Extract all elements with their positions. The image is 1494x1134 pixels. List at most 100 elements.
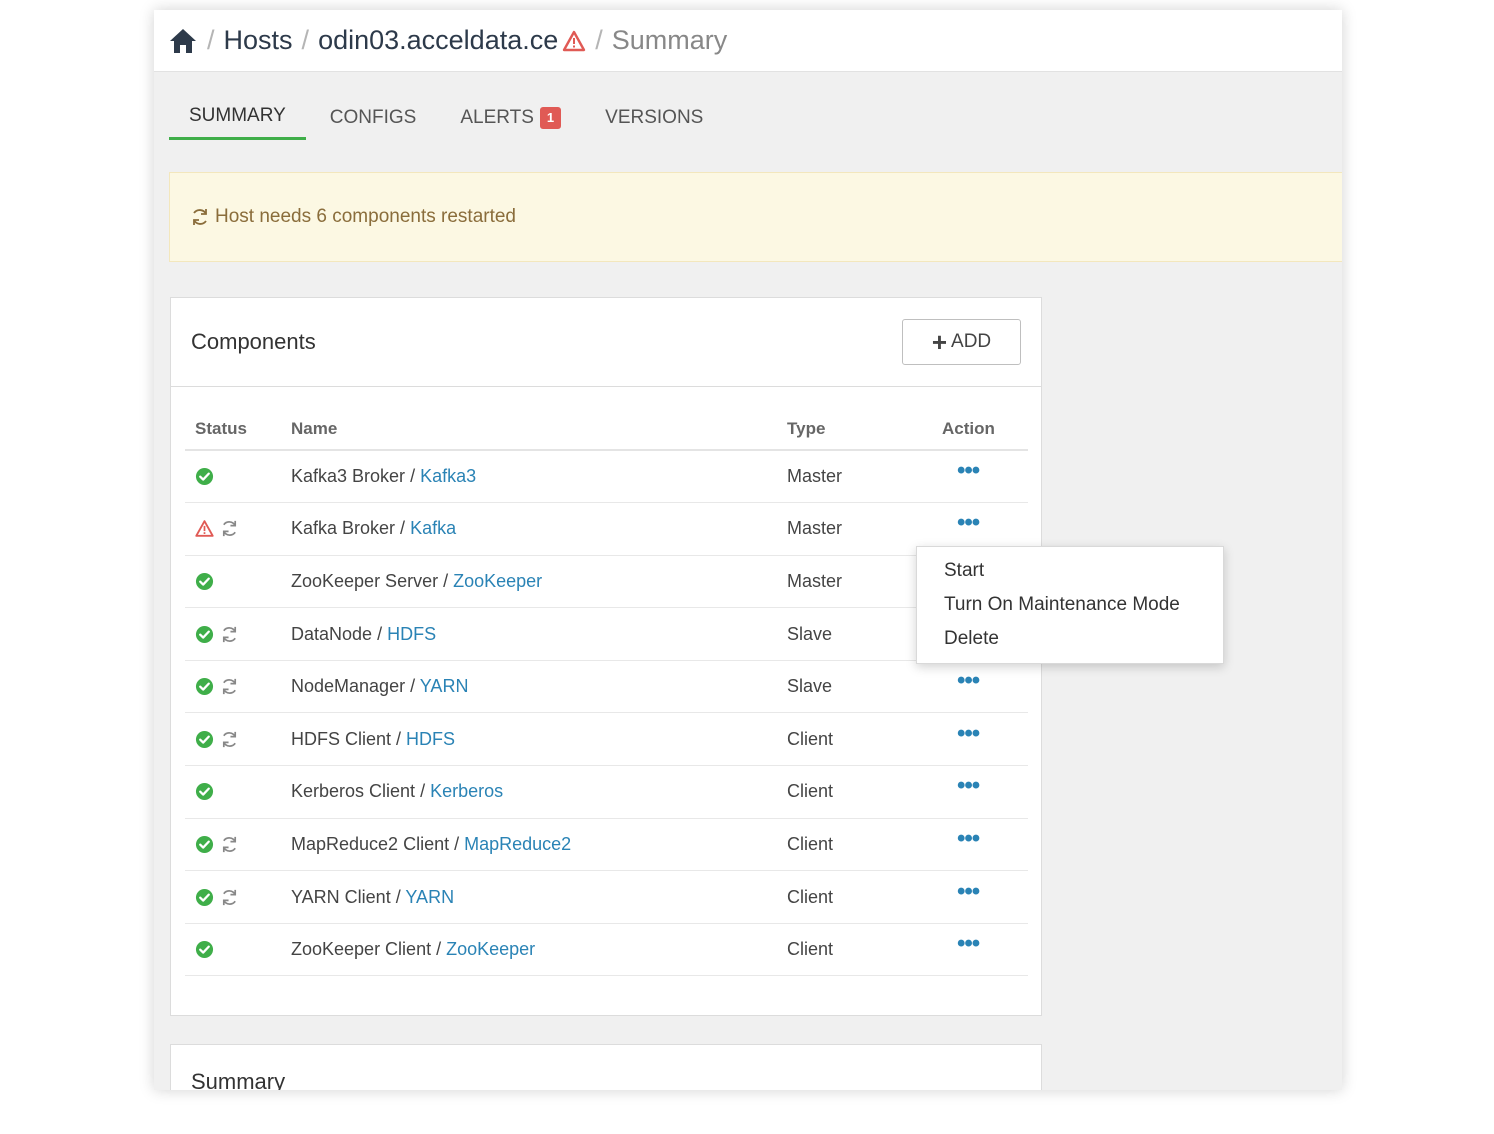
restart-required-icon bbox=[222, 521, 237, 537]
action-cell: ••• bbox=[939, 450, 1028, 504]
service-link[interactable]: HDFS bbox=[387, 624, 436, 644]
tab-alerts[interactable]: ALERTS 1 bbox=[440, 102, 581, 140]
table-row: ZooKeeper Client / ZooKeeper Client ••• bbox=[185, 923, 1028, 977]
table-row: ZooKeeper Server / ZooKeeperMaster••• bbox=[185, 555, 1028, 609]
add-component-button[interactable]: + ADD bbox=[902, 319, 1021, 365]
service-link[interactable]: Kafka bbox=[410, 518, 456, 538]
menu-item-start[interactable]: Start bbox=[917, 559, 1223, 593]
component-name: ZooKeeper Client bbox=[291, 939, 432, 960]
column-header-status: Status bbox=[185, 409, 291, 451]
component-name: Kerberos Client bbox=[291, 781, 416, 802]
component-name: NodeManager bbox=[291, 676, 406, 697]
table-row: YARN Client / YARN Client ••• bbox=[185, 870, 1028, 924]
breadcrumb-hosts[interactable]: Hosts bbox=[224, 25, 293, 56]
component-name: Kafka Broker bbox=[291, 518, 396, 539]
breadcrumb-current: Summary bbox=[611, 25, 728, 55]
name-cell: Kafka Broker / Kafka bbox=[291, 502, 787, 556]
ok-check-icon bbox=[195, 835, 214, 854]
status-cell bbox=[185, 450, 291, 504]
table-row: Kerberos Client / Kerberos Client ••• bbox=[185, 765, 1028, 819]
more-actions-icon[interactable]: ••• bbox=[942, 667, 980, 694]
table-row: DataNode / HDFSSlave••• bbox=[185, 607, 1028, 661]
service-link[interactable]: YARN bbox=[405, 887, 454, 907]
restart-required-icon bbox=[222, 626, 237, 642]
name-cell: Kerberos Client / Kerberos bbox=[291, 765, 787, 819]
ok-check-icon bbox=[195, 941, 214, 959]
name-cell: ZooKeeper Client / ZooKeeper bbox=[291, 923, 787, 977]
app-frame: / Hosts / odin03.acceldata.ce / Summary … bbox=[154, 10, 1342, 1090]
more-actions-icon[interactable]: ••• bbox=[942, 772, 980, 799]
status-cell bbox=[185, 555, 291, 609]
more-actions-icon[interactable]: ••• bbox=[942, 825, 980, 852]
breadcrumb-separator: / bbox=[595, 25, 603, 55]
status-cell bbox=[185, 923, 291, 977]
type-cell: Client bbox=[787, 923, 939, 977]
service-link[interactable]: MapReduce2 bbox=[464, 834, 571, 854]
more-actions-icon[interactable]: ••• bbox=[942, 720, 980, 747]
service-link[interactable]: YARN bbox=[420, 676, 469, 696]
status-cell bbox=[185, 712, 291, 767]
warning-triangle-icon bbox=[195, 520, 214, 538]
restart-required-icon bbox=[222, 889, 237, 905]
type-cell: Client bbox=[787, 818, 939, 872]
column-header-action: Action bbox=[939, 409, 1028, 451]
restart-alert: Host needs 6 components restarted bbox=[169, 172, 1342, 262]
type-cell: Client bbox=[787, 712, 939, 767]
service-link[interactable]: Kafka3 bbox=[420, 466, 476, 486]
tab-versions[interactable]: VERSIONS bbox=[585, 102, 723, 140]
ok-check-icon bbox=[195, 888, 214, 906]
breadcrumb-separator: / bbox=[207, 25, 215, 55]
action-cell: ••• bbox=[939, 712, 1028, 767]
menu-item-delete[interactable]: Delete bbox=[917, 627, 1223, 661]
menu-item-maintenance-mode[interactable]: Turn On Maintenance Mode bbox=[917, 593, 1223, 627]
table-row: NodeManager / YARN Slave ••• bbox=[185, 660, 1028, 714]
ok-check-icon bbox=[195, 678, 214, 696]
name-cell: ZooKeeper Server / ZooKeeper bbox=[291, 555, 787, 609]
action-cell: ••• bbox=[939, 818, 1028, 872]
home-icon[interactable] bbox=[168, 27, 198, 55]
name-cell: NodeManager / YARN bbox=[291, 660, 787, 714]
name-cell: Kafka3 Broker / Kafka3 bbox=[291, 450, 787, 504]
components-title: Components bbox=[191, 329, 316, 354]
add-button-label: ADD bbox=[951, 331, 992, 352]
table-row: Kafka Broker / Kafka Master ••• bbox=[185, 502, 1028, 556]
tab-label: ALERTS bbox=[460, 106, 534, 128]
restart-alert-text: Host needs 6 components restarted bbox=[215, 206, 517, 227]
plus-icon: + bbox=[931, 327, 948, 357]
components-panel: Components + ADD Status Name Type Action… bbox=[170, 297, 1042, 1016]
breadcrumb: / Hosts / odin03.acceldata.ce / Summary bbox=[154, 10, 1342, 72]
tab-configs[interactable]: CONFIGS bbox=[310, 102, 437, 140]
more-actions-icon[interactable]: ••• bbox=[942, 930, 980, 957]
tab-summary[interactable]: SUMMARY bbox=[169, 102, 306, 140]
components-table: Status Name Type Action Kafka3 Broker / … bbox=[185, 409, 1028, 977]
restart-required-icon bbox=[222, 836, 237, 853]
column-header-type: Type bbox=[787, 409, 939, 451]
type-cell: Master bbox=[787, 450, 939, 504]
status-cell bbox=[185, 607, 291, 661]
status-cell bbox=[185, 818, 291, 872]
service-link[interactable]: ZooKeeper bbox=[446, 939, 535, 959]
service-link[interactable]: HDFS bbox=[406, 729, 455, 749]
service-link[interactable]: Kerberos bbox=[430, 781, 503, 801]
action-cell: ••• bbox=[939, 870, 1028, 924]
table-row: MapReduce2 Client / MapReduce2 Client ••• bbox=[185, 818, 1028, 872]
service-link[interactable]: ZooKeeper bbox=[453, 571, 542, 591]
tab-label: SUMMARY bbox=[189, 105, 286, 126]
name-cell: HDFS Client / HDFS bbox=[291, 712, 787, 767]
breadcrumb-host[interactable]: odin03.acceldata.ce bbox=[318, 25, 558, 56]
component-action-menu: Start Turn On Maintenance Mode Delete bbox=[916, 546, 1224, 664]
ok-check-icon bbox=[195, 467, 214, 486]
summary-title: Summary bbox=[191, 1069, 286, 1090]
more-actions-icon[interactable]: ••• bbox=[942, 457, 980, 484]
ok-check-icon bbox=[195, 572, 214, 591]
component-name: Kafka3 Broker bbox=[291, 466, 406, 487]
more-actions-icon[interactable]: ••• bbox=[942, 878, 980, 905]
type-cell: Client bbox=[787, 765, 939, 819]
status-cell bbox=[185, 502, 291, 556]
status-cell bbox=[185, 870, 291, 924]
more-actions-icon[interactable]: ••• bbox=[942, 509, 980, 536]
table-row: HDFS Client / HDFS Client ••• bbox=[185, 712, 1028, 767]
component-name: HDFS Client bbox=[291, 728, 392, 749]
table-header-row: Status Name Type Action bbox=[185, 409, 1028, 451]
ok-check-icon bbox=[195, 625, 214, 643]
